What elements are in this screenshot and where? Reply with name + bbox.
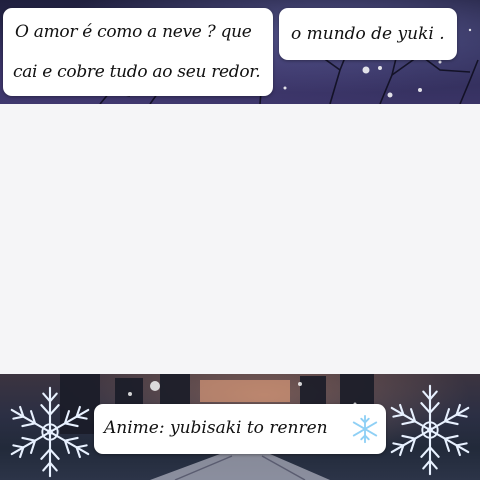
quote-line-1: O amor é como a neve ? que xyxy=(15,22,252,42)
quote-line-2: cai e cobre tudo ao seu redor. xyxy=(13,62,261,82)
snowflake-icon xyxy=(6,386,94,478)
snowflake-icon xyxy=(352,414,378,444)
anime-credit-text: Anime: yubisaki to renren xyxy=(104,418,328,438)
yuki-tag-bubble: o mundo de yuki . xyxy=(279,8,457,60)
blank-content-area xyxy=(0,104,480,374)
edit-frame: O amor é como a neve ? que cai e cobre t… xyxy=(0,0,480,480)
yuki-tag-text: o mundo de yuki . xyxy=(291,24,445,44)
anime-credit-bubble: Anime: yubisaki to renren xyxy=(94,404,386,454)
snowflake-icon xyxy=(386,384,474,476)
quote-bubble: O amor é como a neve ? que cai e cobre t… xyxy=(3,8,273,96)
